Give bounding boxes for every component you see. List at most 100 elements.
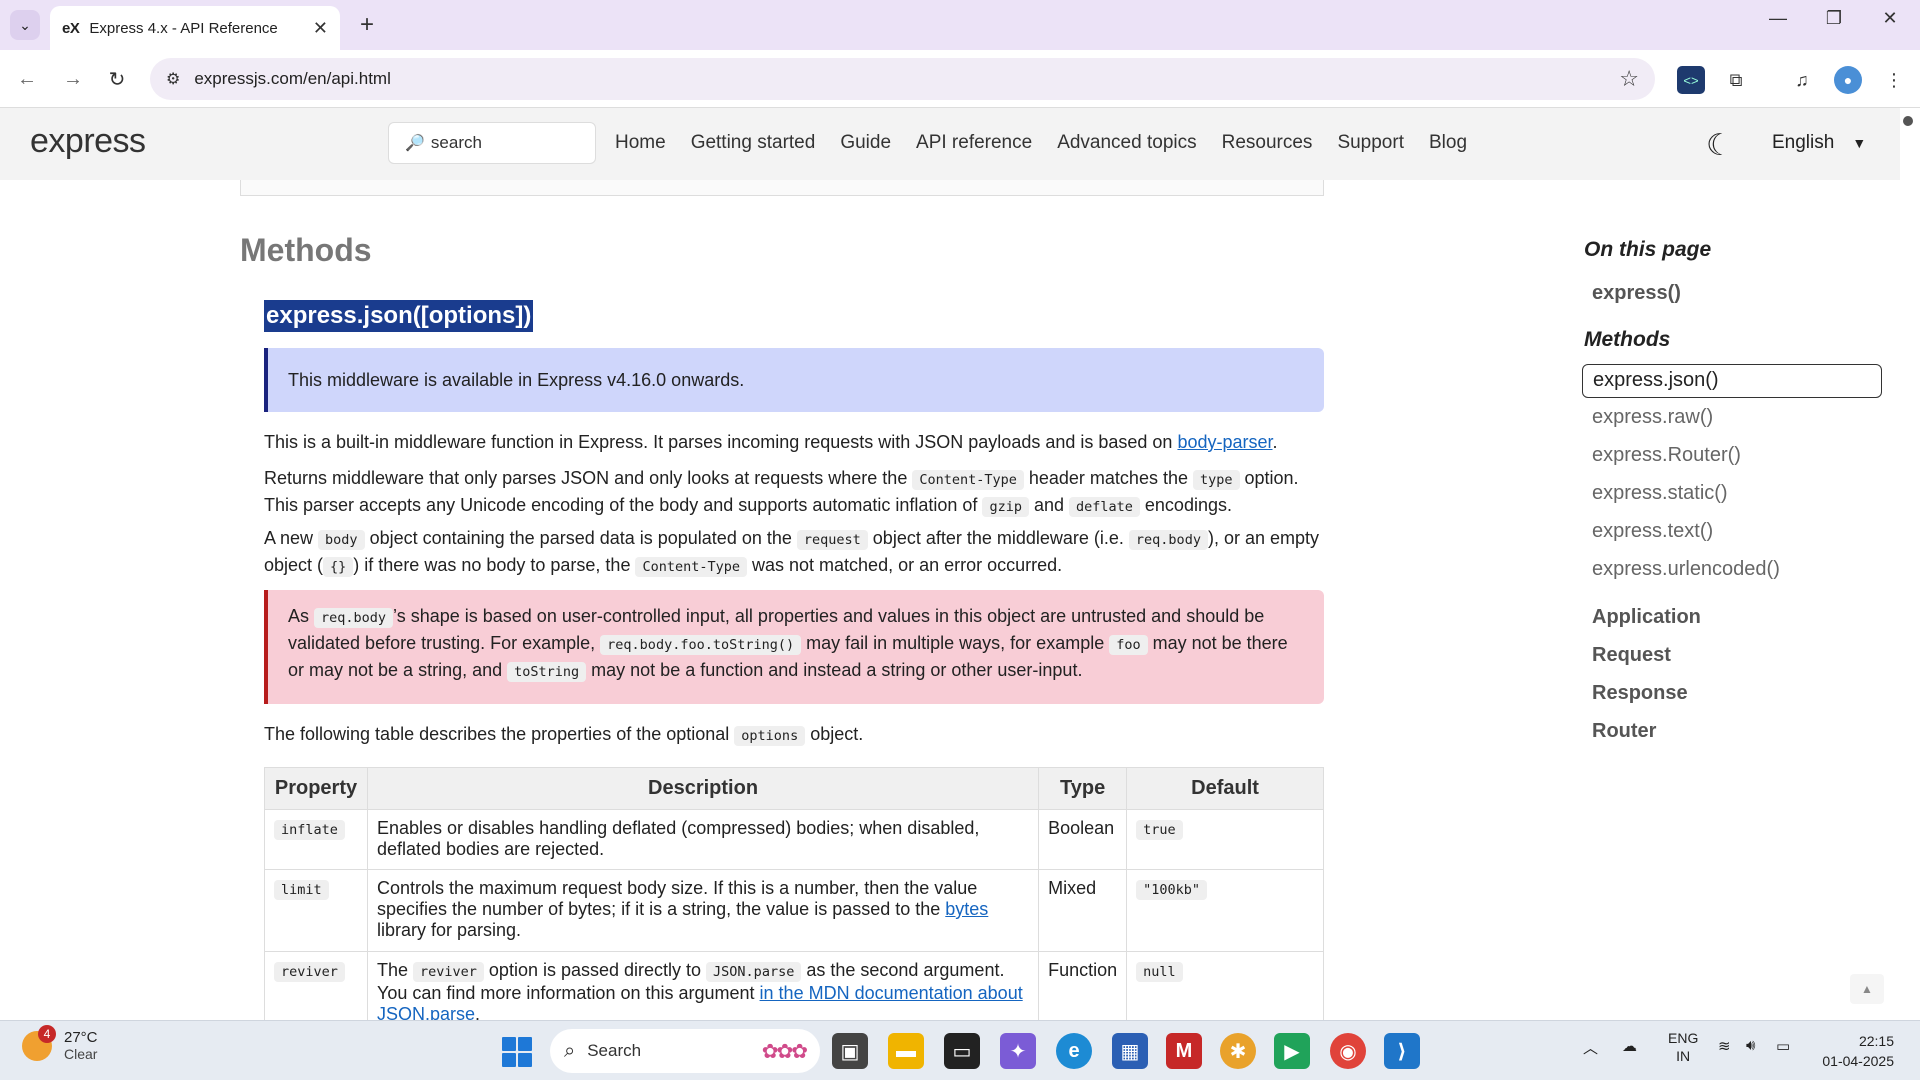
tab-search-chevron-icon[interactable]: ⌄ bbox=[10, 10, 40, 40]
meet-icon[interactable]: ▶ bbox=[1274, 1033, 1310, 1069]
toc-express-text[interactable]: express.text() bbox=[1592, 520, 1713, 543]
nav-support[interactable]: Support bbox=[1337, 132, 1404, 154]
language-select[interactable]: English ▼ bbox=[1772, 132, 1866, 154]
site-info-icon[interactable]: ⚙ bbox=[166, 69, 180, 89]
default-cell: true bbox=[1126, 809, 1324, 870]
site-search-input[interactable]: 🔎 search bbox=[388, 122, 596, 164]
version-note: This middleware is available in Express … bbox=[264, 348, 1324, 412]
dark-mode-moon-icon[interactable]: ☾ bbox=[1706, 128, 1733, 163]
nav-resources[interactable]: Resources bbox=[1222, 132, 1313, 154]
battery-icon[interactable]: ▭ bbox=[1776, 1037, 1790, 1055]
returns-paragraph: Returns middleware that only parses JSON… bbox=[264, 468, 1299, 517]
edge-icon[interactable]: e bbox=[1056, 1033, 1092, 1069]
body-object-paragraph: A new body object containing the parsed … bbox=[264, 528, 1319, 577]
scrollbar-thumb[interactable] bbox=[1903, 116, 1913, 126]
inline-code: Content-Type bbox=[912, 470, 1024, 490]
clock-date: 01-04-2025 bbox=[1822, 1053, 1894, 1069]
toc-request[interactable]: Request bbox=[1592, 644, 1671, 667]
column-header: Default bbox=[1126, 767, 1324, 810]
inline-code: deflate bbox=[1069, 497, 1140, 517]
column-header: Property bbox=[264, 767, 368, 810]
terminal-icon[interactable]: ▭ bbox=[944, 1033, 980, 1069]
nav-home[interactable]: Home bbox=[615, 132, 666, 154]
new-tab-plus-icon[interactable]: + bbox=[352, 10, 382, 40]
windows-start-icon[interactable] bbox=[502, 1037, 532, 1067]
store-icon[interactable]: ▦ bbox=[1112, 1033, 1148, 1069]
reload-icon[interactable]: ↻ bbox=[102, 64, 132, 94]
toc-express-json[interactable]: express.json() bbox=[1582, 364, 1882, 398]
toc-express-raw[interactable]: express.raw() bbox=[1592, 406, 1713, 429]
url-text[interactable]: expressjs.com/en/api.html bbox=[194, 69, 1619, 89]
back-arrow-icon[interactable]: ← bbox=[12, 64, 42, 94]
weather-sun-icon: 4 bbox=[22, 1024, 56, 1061]
toc-application[interactable]: Application bbox=[1592, 606, 1701, 629]
address-bar[interactable]: ⚙ expressjs.com/en/api.html ☆ bbox=[150, 58, 1655, 100]
clock-time: 22:15 bbox=[1858, 1033, 1894, 1049]
inline-code: Content-Type bbox=[635, 557, 747, 577]
toc-express-static[interactable]: express.static() bbox=[1592, 482, 1728, 505]
inline-code: {} bbox=[323, 557, 354, 577]
copilot-icon[interactable]: ✦ bbox=[1000, 1033, 1036, 1069]
nav-blog[interactable]: Blog bbox=[1429, 132, 1467, 154]
minimize-icon[interactable]: — bbox=[1758, 8, 1798, 29]
body-parser-link[interactable]: body-parser bbox=[1177, 432, 1272, 452]
profile-avatar-icon[interactable]: ● bbox=[1834, 66, 1862, 94]
vscode-icon[interactable]: ⟩ bbox=[1384, 1033, 1420, 1069]
toc-express-urlencoded[interactable]: express.urlencoded() bbox=[1592, 558, 1780, 581]
language-label: English bbox=[1772, 132, 1835, 153]
browser-tab[interactable]: eX Express 4.x - API Reference ✕ bbox=[50, 6, 340, 50]
description-cell: The reviver option is passed directly to… bbox=[366, 951, 1040, 1020]
windows-taskbar: 4 27°C Clear ⌕ Search ✿✿✿ ▣ ▬ ▭ ✦ e ▦ M … bbox=[0, 1020, 1920, 1080]
inline-code: request bbox=[796, 530, 868, 550]
mcafee-icon[interactable]: M bbox=[1166, 1033, 1202, 1069]
language-indicator[interactable]: ENG IN bbox=[1668, 1029, 1698, 1065]
system-clock[interactable]: 22:15 01-04-2025 bbox=[1818, 1031, 1894, 1071]
close-tab-icon[interactable]: ✕ bbox=[313, 18, 328, 39]
nav-advanced-topics[interactable]: Advanced topics bbox=[1057, 132, 1196, 154]
type-cell: Mixed bbox=[1038, 869, 1128, 952]
property-cell: reviver bbox=[264, 951, 368, 1020]
nav-guide[interactable]: Guide bbox=[840, 132, 891, 154]
photos-pinwheel-icon[interactable]: ✱ bbox=[1220, 1033, 1256, 1069]
volume-icon[interactable]: 🔊︎ bbox=[1746, 1037, 1755, 1054]
media-controls-icon[interactable]: ♫ bbox=[1788, 66, 1816, 94]
extension-code-icon[interactable]: <> bbox=[1677, 66, 1705, 94]
nav-getting-started[interactable]: Getting started bbox=[691, 132, 816, 154]
bookmark-star-icon[interactable]: ☆ bbox=[1619, 66, 1639, 92]
tray-chevron-up-icon[interactable]: ︿ bbox=[1583, 1037, 1598, 1058]
toc-response[interactable]: Response bbox=[1592, 682, 1688, 705]
restore-icon[interactable]: ❐ bbox=[1814, 8, 1854, 29]
inline-code: type bbox=[1192, 470, 1240, 490]
menu-kebab-icon[interactable]: ⋮ bbox=[1880, 66, 1908, 94]
window-close-icon[interactable]: ✕ bbox=[1870, 8, 1910, 29]
extensions-puzzle-icon[interactable]: ⧉ bbox=[1722, 66, 1750, 94]
onedrive-cloud-icon[interactable]: ☁ bbox=[1622, 1037, 1637, 1055]
forward-arrow-icon[interactable]: → bbox=[58, 64, 88, 94]
property-cell: limit bbox=[264, 869, 368, 952]
chevron-down-icon: ▼ bbox=[1852, 135, 1867, 151]
browser-titlebar: ⌄ eX Express 4.x - API Reference ✕ + — ❐… bbox=[0, 0, 1920, 50]
express-logo[interactable]: express bbox=[30, 122, 146, 161]
chrome-icon[interactable]: ◉ bbox=[1330, 1033, 1366, 1069]
nav-api-reference[interactable]: API reference bbox=[916, 132, 1032, 154]
toc-router[interactable]: Router bbox=[1592, 720, 1656, 743]
search-icon: 🔎 bbox=[405, 135, 425, 152]
toc-methods-heading[interactable]: Methods bbox=[1584, 328, 1670, 352]
weather-widget[interactable]: 4 27°C Clear bbox=[22, 1024, 98, 1062]
toc-express[interactable]: express() bbox=[1592, 282, 1681, 305]
file-explorer-icon[interactable]: ▬ bbox=[888, 1033, 924, 1069]
taskbar-search[interactable]: ⌕ Search ✿✿✿ bbox=[550, 1029, 820, 1073]
search-placeholder: search bbox=[430, 133, 482, 152]
default-cell: "100kb" bbox=[1126, 869, 1324, 952]
table-row: limit Controls the maximum request body … bbox=[264, 869, 1324, 952]
search-icon: ⌕ bbox=[564, 1039, 576, 1062]
wifi-icon[interactable]: ≋ bbox=[1718, 1037, 1731, 1055]
scroll-to-top-icon[interactable]: ▲ bbox=[1850, 974, 1884, 1004]
function-title: express.json([options]) bbox=[264, 300, 534, 332]
default-cell: null bbox=[1126, 951, 1324, 1020]
task-view-icon[interactable]: ▣ bbox=[832, 1033, 868, 1069]
toc-express-router[interactable]: express.Router() bbox=[1592, 444, 1741, 467]
bytes-link[interactable]: bytes bbox=[945, 899, 988, 919]
methods-heading: Methods bbox=[240, 232, 372, 268]
table-row: inflate Enables or disables handling def… bbox=[264, 809, 1324, 870]
